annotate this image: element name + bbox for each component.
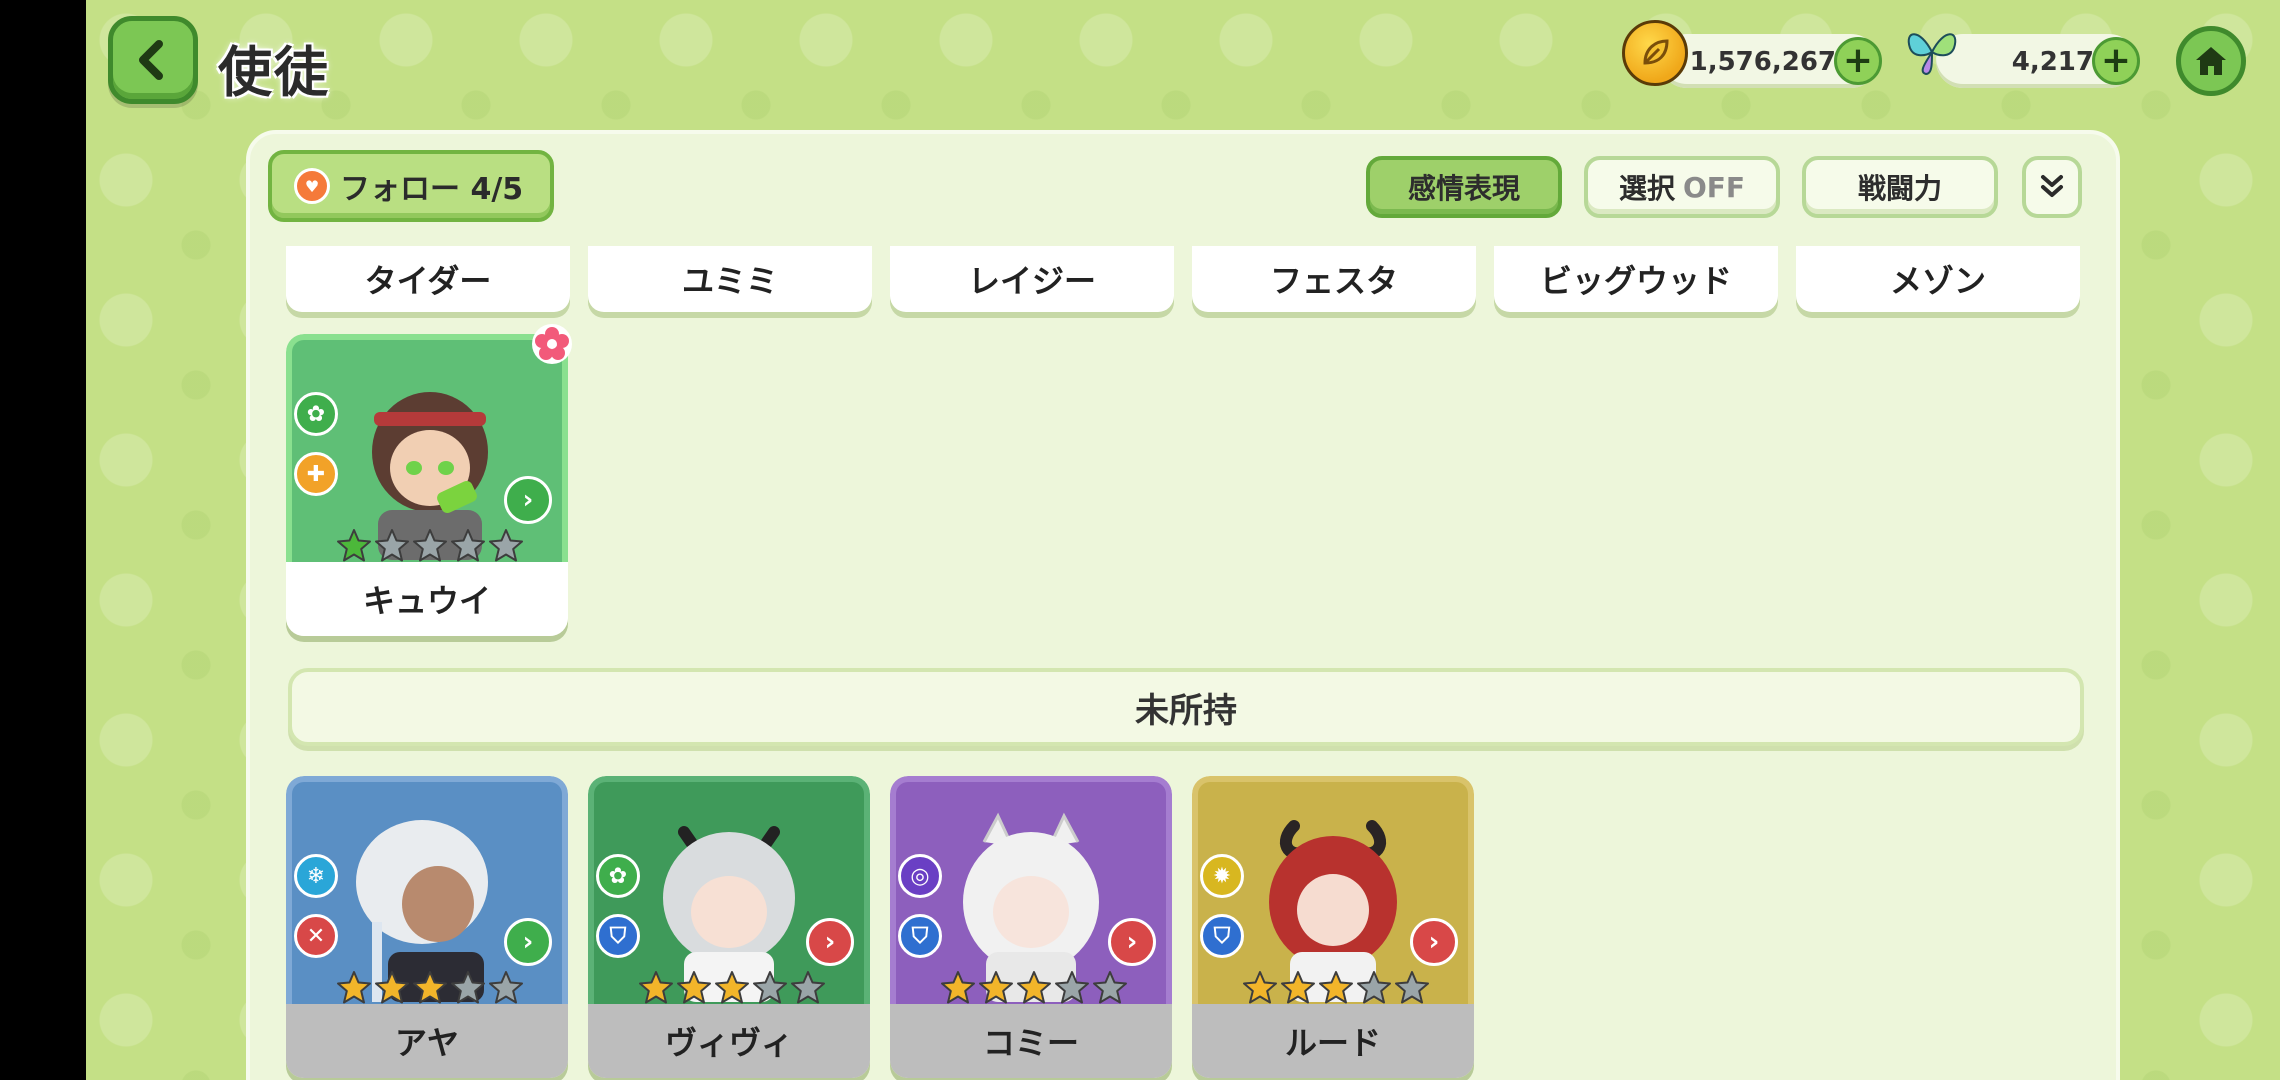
star-empty-icon: [791, 971, 825, 1004]
chevron-right-icon: ›: [806, 918, 854, 966]
snowflake-element-icon: ❄: [294, 854, 338, 898]
shield-class-icon: ⛉: [1200, 914, 1244, 958]
star-filled-icon: [337, 529, 371, 562]
card-name: ヴィヴィ: [588, 1004, 870, 1078]
card-art: ❄ ✕ ›: [286, 776, 568, 1004]
card-name: ルード: [1192, 1004, 1474, 1078]
star-empty-icon: [1357, 971, 1391, 1004]
star-filled-icon: [1017, 971, 1051, 1004]
clover-element-icon: ✿: [294, 392, 338, 436]
power-label: 戦闘力: [1857, 172, 1942, 205]
home-icon: [2196, 47, 2226, 75]
double-chevron-down-icon: [2041, 175, 2063, 197]
chevron-right-icon: ›: [1410, 918, 1458, 966]
apostle-card-vivi[interactable]: ✿ ⛉ › ヴィヴィ: [588, 776, 870, 1078]
star-filled-icon: [337, 971, 371, 1004]
chevron-left-icon: [139, 40, 163, 80]
chevron-right-icon: ›: [504, 918, 552, 966]
star-filled-icon: [715, 971, 749, 1004]
card-name: キュウイ: [286, 562, 568, 636]
coin-value: 1,576,267: [1689, 47, 1836, 77]
card-name: コミー: [890, 1004, 1172, 1078]
follow-label: フォロー 4/5: [340, 172, 524, 207]
cross-class-icon: ✚: [294, 452, 338, 496]
select-state: OFF: [1682, 170, 1746, 204]
star-empty-icon: [375, 529, 409, 562]
gem-value: 4,217: [2011, 47, 2094, 77]
apostle-card-kyui[interactable]: ✿ ✚ › キュウイ: [286, 334, 568, 636]
heart-icon: ♥: [294, 168, 330, 204]
follow-filter-button[interactable]: ♥ フォロー 4/5: [268, 150, 554, 222]
card-art: ✿ ✚ ›: [286, 334, 568, 562]
card-name-tab[interactable]: フェスタ: [1192, 246, 1476, 312]
star-rating: [336, 528, 524, 564]
swords-class-icon: ✕: [294, 914, 338, 958]
apostle-card-rude[interactable]: ✹ ⛉ › ルード: [1192, 776, 1474, 1078]
star-rating: [940, 970, 1128, 1006]
page-title: 使徒: [218, 41, 330, 104]
star-rating: [1242, 970, 1430, 1006]
star-filled-icon: [1243, 971, 1277, 1004]
follow-flower-icon: [532, 324, 572, 364]
card-art: ✿ ⛉ ›: [588, 776, 870, 1004]
card-name-tab[interactable]: メゾン: [1796, 246, 2080, 312]
star-empty-icon: [489, 529, 523, 562]
clover-element-icon: ✿: [596, 854, 640, 898]
star-rating: [638, 970, 826, 1006]
home-button[interactable]: [2176, 26, 2246, 96]
unowned-section-header: 未所持: [288, 668, 2084, 746]
apostle-card-komi[interactable]: ◎ ⛉ › コミー: [890, 776, 1172, 1078]
apostle-card-aya[interactable]: ❄ ✕ › アヤ: [286, 776, 568, 1078]
card-art: ✹ ⛉ ›: [1192, 776, 1474, 1004]
card-name-tab[interactable]: ユミミ: [588, 246, 872, 312]
star-filled-icon: [979, 971, 1013, 1004]
emotion-label: 感情表現: [1407, 172, 1520, 205]
chevron-right-icon: ›: [504, 476, 552, 524]
select-toggle-button[interactable]: 選択 OFF: [1584, 156, 1780, 218]
star-empty-icon: [413, 529, 447, 562]
chevron-right-icon: ›: [1108, 918, 1156, 966]
card-name: アヤ: [286, 1004, 568, 1078]
gear-element-icon: ✹: [1200, 854, 1244, 898]
star-filled-icon: [677, 971, 711, 1004]
star-empty-icon: [451, 529, 485, 562]
shield-class-icon: ⛉: [898, 914, 942, 958]
star-filled-icon: [639, 971, 673, 1004]
card-name-tab[interactable]: ビッグウッド: [1494, 246, 1778, 312]
butterfly-gem-icon: [1907, 33, 1957, 76]
star-empty-icon: [753, 971, 787, 1004]
star-empty-icon: [451, 971, 485, 1004]
star-empty-icon: [1055, 971, 1089, 1004]
star-filled-icon: [941, 971, 975, 1004]
star-empty-icon: [1395, 971, 1429, 1004]
star-empty-icon: [489, 971, 523, 1004]
add-gems-button[interactable]: +: [2092, 37, 2140, 85]
emotion-button[interactable]: 感情表現: [1366, 156, 1562, 218]
star-filled-icon: [1281, 971, 1315, 1004]
card-name-tab[interactable]: タイダー: [286, 246, 570, 312]
leaf-coin-icon: [1622, 20, 1688, 86]
power-sort-button[interactable]: 戦闘力: [1802, 156, 1998, 218]
star-filled-icon: [1319, 971, 1353, 1004]
back-button[interactable]: [108, 16, 198, 104]
card-art: ◎ ⛉ ›: [890, 776, 1172, 1004]
add-coins-button[interactable]: +: [1834, 37, 1882, 85]
expand-button[interactable]: [2022, 156, 2082, 218]
select-label: 選択: [1618, 172, 1675, 205]
star-empty-icon: [1093, 971, 1127, 1004]
shield-class-icon: ⛉: [596, 914, 640, 958]
star-filled-icon: [413, 971, 447, 1004]
vortex-element-icon: ◎: [898, 854, 942, 898]
star-rating: [336, 970, 524, 1006]
star-filled-icon: [375, 971, 409, 1004]
card-name-tab[interactable]: レイジー: [890, 246, 1174, 312]
coin-counter: 1,576,267 +: [1660, 34, 1882, 88]
gem-counter: 4,217 +: [1936, 34, 2140, 88]
